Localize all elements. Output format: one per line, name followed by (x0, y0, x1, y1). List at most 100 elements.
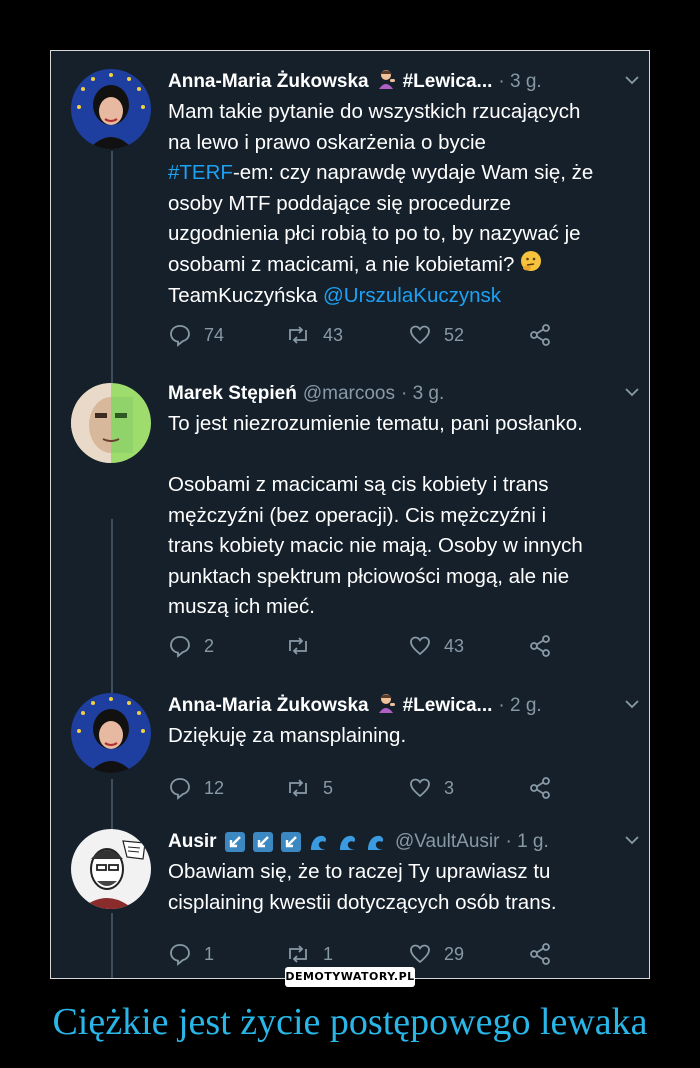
tweet-line: trans kobiety macic nie mają. Osoby w in… (168, 534, 583, 557)
tweet[interactable]: Anna-Maria Żukowska #Lewica... · 2 g. Dz… (51, 691, 649, 811)
share-button[interactable] (528, 320, 564, 350)
like-count: 43 (444, 635, 465, 656)
arrow-down-left-emoji-icon (281, 831, 302, 852)
tweet-line: uzgodnienia płci robią to po to, by nazy… (168, 222, 581, 245)
tweet-body: Dziękuję za mansplaining. (168, 721, 637, 752)
reply-count: 12 (204, 777, 225, 798)
tweet-line: Osobami z macicami są cis kobiety i tran… (168, 473, 549, 496)
tweet-header: Ausir @VaultAusir · 1 g. (168, 827, 633, 857)
reply-icon (170, 944, 190, 966)
share-icon (530, 943, 550, 965)
retweet-button[interactable]: 43 (285, 320, 343, 350)
avatar[interactable] (71, 383, 151, 463)
chevron-down-icon[interactable] (623, 71, 641, 89)
watermark-logo: DEMOTYWATORY.PL (285, 967, 415, 987)
tweet-actions: 74 43 52 (168, 320, 638, 350)
tweet-line: Dziękuję za mansplaining. (168, 724, 407, 747)
retweet-count: 43 (323, 324, 344, 345)
author-name[interactable]: Anna-Maria Żukowska (168, 695, 369, 717)
tweet-line: cisplaining kwestii dotyczących osób tra… (168, 890, 557, 914)
tweet-line: muszą ich mieć. (168, 595, 315, 618)
reply-button[interactable]: 12 (168, 773, 224, 803)
tweet-time[interactable]: · 3 g. (401, 383, 444, 405)
reply-count: 2 (204, 635, 215, 656)
like-button[interactable]: 3 (408, 773, 454, 803)
arrow-down-left-emoji-icon (252, 831, 273, 852)
thinking-face-emoji-icon (520, 250, 542, 282)
tweet-line: mężczyźni (bez operacji). Cis mężczyźni … (168, 503, 547, 527)
like-count: 29 (444, 943, 465, 964)
arrow-down-left-emoji-icon (224, 831, 245, 852)
like-count: 52 (444, 324, 465, 345)
author-handle[interactable]: @marcoos (303, 383, 395, 405)
author-name[interactable]: Anna-Maria Żukowska (168, 71, 369, 93)
reply-button[interactable]: 74 (168, 320, 224, 350)
retweet-icon (289, 779, 307, 797)
retweet-icon (289, 637, 307, 655)
reply-button[interactable]: 1 (168, 939, 214, 969)
tweet-header: Anna-Maria Żukowska #Lewica... · 3 g. (168, 67, 633, 97)
retweet-button[interactable] (285, 631, 323, 661)
tweet[interactable]: Anna-Maria Żukowska #Lewica... · 3 g. Ma… (51, 67, 649, 357)
author-emoji-badges (224, 831, 389, 853)
person-tipping-hand-emoji-icon (375, 692, 397, 720)
like-button[interactable]: 43 (408, 631, 464, 661)
like-button[interactable]: 52 (408, 320, 464, 350)
reply-icon (170, 778, 190, 800)
author-badge: #Lewica... (402, 71, 493, 92)
wave-emoji-icon (367, 835, 384, 850)
author-badge: #Lewica... (402, 695, 493, 716)
share-button[interactable] (528, 939, 564, 969)
retweet-button[interactable]: 1 (285, 939, 333, 969)
avatar[interactable] (71, 829, 151, 909)
meme-caption: Ciężkie jest życie postępowego lewaka (52, 1001, 648, 1043)
chevron-down-icon[interactable] (623, 383, 641, 401)
tweet-actions: 2 43 (168, 631, 638, 661)
tweet-thread-screenshot: Anna-Maria Żukowska #Lewica... · 3 g. Ma… (50, 50, 650, 979)
tweet-line: na lewo i prawo oskarżenia o bycie (168, 130, 486, 154)
chevron-down-icon[interactable] (623, 695, 641, 713)
tweet-time[interactable]: · 3 g. (498, 71, 541, 93)
retweet-count: 5 (323, 777, 334, 798)
mention-link[interactable]: @UrszulaKuczynsk (323, 284, 501, 307)
tweet-time[interactable]: · 2 g. (498, 695, 541, 717)
share-button[interactable] (528, 631, 564, 661)
person-tipping-hand-emoji-icon (375, 68, 397, 96)
tweet-line: Mam takie pytanie do wszystkich rzucając… (168, 100, 581, 123)
wave-emoji-icon (339, 835, 356, 850)
tweet-header: Anna-Maria Żukowska #Lewica... · 2 g. (168, 691, 633, 721)
retweet-icon (289, 945, 307, 963)
reply-count: 74 (204, 324, 225, 345)
tweet-actions: 12 5 3 (168, 773, 638, 803)
author-name[interactable]: Ausir (168, 831, 217, 853)
avatar[interactable] (71, 693, 151, 773)
tweet-time[interactable]: · 1 g. (505, 831, 548, 853)
tweet[interactable]: Ausir @VaultAusir · 1 g. Obawiam się, że… (51, 827, 649, 977)
hashtag-link[interactable]: #TERF (168, 161, 233, 184)
retweet-button[interactable]: 5 (285, 773, 333, 803)
tweet-line: TeamKuczyńska @UrszulaKuczynsk (168, 281, 637, 312)
share-icon (530, 777, 550, 799)
tweet-line: osoby MTF poddające się procedurze (168, 191, 511, 215)
avatar[interactable] (71, 69, 151, 149)
reply-icon (170, 325, 190, 347)
wave-emoji-icon (311, 835, 328, 850)
like-button[interactable]: 29 (408, 939, 464, 969)
tweet-line: To jest niezrozumienie tematu, pani posł… (168, 412, 583, 435)
author-name[interactable]: Marek Stępień (168, 383, 297, 405)
tweet-line: Obawiam się, że to raczej Ty uprawiasz t… (168, 860, 551, 883)
share-icon (530, 635, 550, 657)
chevron-down-icon[interactable] (623, 831, 641, 849)
like-count: 3 (444, 777, 455, 798)
tweet-line: #TERF-em: czy naprawdę wydaje Wam się, ż… (168, 158, 637, 189)
share-button[interactable] (528, 773, 564, 803)
author-handle[interactable]: @VaultAusir (395, 831, 499, 853)
share-icon (530, 324, 550, 346)
tweet[interactable]: Marek Stępień @marcoos · 3 g. To jest ni… (51, 379, 649, 669)
tweet-line: punktach spektrum płciowości mogą, ale n… (168, 564, 570, 588)
retweet-icon (289, 326, 307, 344)
heart-icon (410, 778, 430, 798)
heart-icon (410, 944, 430, 964)
retweet-count: 1 (323, 943, 334, 964)
reply-button[interactable]: 2 (168, 631, 214, 661)
